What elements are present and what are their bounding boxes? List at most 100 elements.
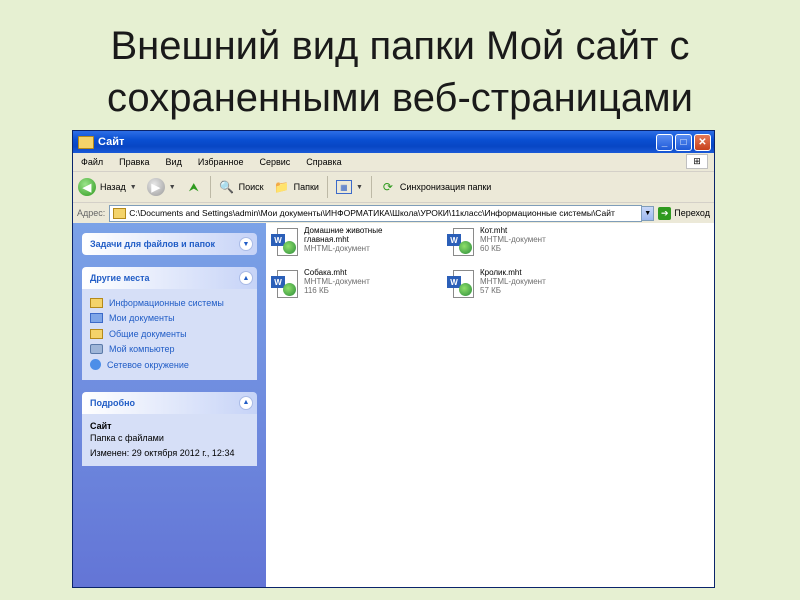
menu-tools[interactable]: Сервис bbox=[251, 157, 298, 167]
folders-label: Папки bbox=[293, 182, 319, 192]
menu-help[interactable]: Справка bbox=[298, 157, 349, 167]
place-label: Сетевое окружение bbox=[107, 359, 189, 370]
window-title: Сайт bbox=[98, 136, 125, 148]
computer-icon bbox=[90, 344, 103, 355]
title-bar[interactable]: Сайт _ □ ✕ bbox=[73, 131, 714, 153]
address-bar: Адрес: C:\Documents and Settings\admin\М… bbox=[73, 203, 714, 224]
back-label: Назад bbox=[100, 182, 126, 192]
place-label: Мой компьютер bbox=[109, 344, 175, 355]
other-places-box: Другие места ▲ Информационные системы Мо… bbox=[82, 267, 257, 380]
file-type: MHTML-документ bbox=[304, 277, 370, 286]
file-type: MHTML-документ bbox=[480, 235, 546, 244]
details-box: Подробно ▲ Сайт Папка с файлами Изменен:… bbox=[82, 391, 257, 466]
place-my-computer[interactable]: Мой компьютер bbox=[90, 342, 249, 358]
file-name: Собака.mht bbox=[304, 268, 347, 277]
place-my-documents[interactable]: Мои документы bbox=[90, 311, 249, 327]
file-item[interactable]: W Кролик.mht MHTML-документ 57 КБ bbox=[447, 268, 546, 300]
toolbar-separator bbox=[326, 176, 328, 198]
file-item[interactable]: W Собака.mht MHTML-документ 116 КБ bbox=[271, 268, 370, 300]
minimize-button[interactable]: _ bbox=[656, 133, 673, 151]
details-name: Сайт bbox=[90, 420, 112, 431]
file-item[interactable]: W Домашние животные главная.mht MHTML-до… bbox=[271, 226, 382, 258]
slide-title-line1: Внешний вид папки Мой сайт с bbox=[110, 24, 690, 68]
tasks-box: Задачи для файлов и папок ▼ bbox=[82, 233, 257, 255]
other-places-header-label: Другие места bbox=[90, 273, 150, 283]
forward-arrow-icon: ▶ bbox=[146, 178, 165, 196]
menu-view[interactable]: Вид bbox=[158, 157, 190, 167]
search-icon: 🔍 bbox=[219, 180, 235, 194]
file-name: Кролик.mht bbox=[480, 268, 522, 277]
chevron-down-icon: ▼ bbox=[355, 183, 363, 191]
details-header[interactable]: Подробно ▲ bbox=[82, 391, 257, 414]
close-button[interactable]: ✕ bbox=[694, 133, 711, 151]
file-name-cont: главная.mht bbox=[304, 235, 349, 244]
toolbar-separator bbox=[370, 176, 372, 198]
sync-icon: ⟳ bbox=[382, 180, 393, 194]
address-dropdown-button[interactable]: ▼ bbox=[641, 205, 655, 221]
expand-chevron-icon[interactable]: ▼ bbox=[239, 237, 253, 251]
file-name: Кот.mht bbox=[480, 226, 508, 235]
up-button[interactable]: ⮝ bbox=[181, 175, 207, 199]
sync-label: Синхронизация папки bbox=[399, 182, 492, 192]
collapse-chevron-icon[interactable]: ▲ bbox=[239, 395, 253, 410]
views-icon: ▦ bbox=[335, 180, 352, 194]
file-size: 57 КБ bbox=[480, 286, 502, 295]
mhtml-file-icon: W bbox=[271, 268, 299, 300]
place-info-systems[interactable]: Информационные системы bbox=[90, 295, 249, 311]
tasks-header[interactable]: Задачи для файлов и папок ▼ bbox=[82, 233, 257, 255]
mhtml-file-icon: W bbox=[271, 226, 299, 258]
content-area: Задачи для файлов и папок ▼ Другие места… bbox=[73, 223, 714, 587]
address-path: C:\Documents and Settings\admin\Мои доку… bbox=[129, 208, 615, 218]
toolbar-separator bbox=[209, 176, 211, 198]
my-documents-icon bbox=[90, 313, 103, 324]
forward-button[interactable]: ▶ ▼ bbox=[142, 175, 181, 199]
file-size: 60 КБ bbox=[480, 244, 502, 253]
slide-title-line2: сохраненными веб-страницами bbox=[106, 76, 694, 120]
file-size: 116 КБ bbox=[304, 286, 329, 295]
toolbar: ◀ Назад ▼ ▶ ▼ ⮝ 🔍 Поиск 📁 Папки ▦ ▼ ⟳ Си… bbox=[73, 172, 714, 203]
maximize-button[interactable]: □ bbox=[675, 133, 692, 151]
go-label: Переход bbox=[674, 208, 710, 218]
go-arrow-icon: ➔ bbox=[658, 206, 672, 220]
back-arrow-icon: ◀ bbox=[78, 178, 96, 196]
folder-icon bbox=[78, 135, 94, 149]
back-button[interactable]: ◀ Назад ▼ bbox=[73, 175, 142, 199]
search-button[interactable]: 🔍 Поиск bbox=[214, 175, 269, 199]
other-places-header[interactable]: Другие места ▲ bbox=[82, 267, 257, 289]
mhtml-file-icon: W bbox=[447, 226, 475, 258]
details-body: Сайт Папка с файлами Изменен: 29 октября… bbox=[82, 413, 257, 466]
go-button[interactable]: ➔ Переход bbox=[654, 206, 714, 220]
menu-bar: Файл Правка Вид Избранное Сервис Справка… bbox=[73, 153, 714, 172]
place-network[interactable]: Сетевое окружение bbox=[90, 357, 249, 373]
folders-button[interactable]: 📁 Папки bbox=[269, 175, 324, 199]
collapse-chevron-icon[interactable]: ▲ bbox=[239, 271, 253, 285]
network-icon bbox=[90, 359, 101, 371]
place-label: Общие документы bbox=[109, 328, 187, 339]
mhtml-file-icon: W bbox=[447, 268, 475, 300]
place-shared-documents[interactable]: Общие документы bbox=[90, 326, 249, 342]
tasks-header-label: Задачи для файлов и папок bbox=[90, 239, 216, 249]
menu-edit[interactable]: Правка bbox=[111, 157, 157, 167]
slide-title: Внешний вид папки Мой сайт с сохраненным… bbox=[0, 20, 800, 124]
file-name: Домашние животные bbox=[304, 226, 383, 235]
folder-icon bbox=[90, 297, 103, 308]
address-input[interactable]: C:\Documents and Settings\admin\Мои доку… bbox=[109, 204, 643, 222]
address-label: Адрес: bbox=[77, 208, 106, 218]
file-type: MHTML-документ bbox=[480, 277, 546, 286]
details-type: Папка с файлами bbox=[90, 432, 164, 443]
chevron-down-icon: ▼ bbox=[129, 183, 137, 191]
explorer-window: Сайт _ □ ✕ Файл Правка Вид Избранное Сер… bbox=[72, 130, 715, 588]
menu-favorites[interactable]: Избранное bbox=[190, 157, 252, 167]
windows-logo-icon: ⊞ bbox=[686, 154, 708, 169]
chevron-down-icon: ▼ bbox=[168, 183, 176, 191]
menu-file[interactable]: Файл bbox=[73, 157, 111, 167]
folder-icon bbox=[113, 207, 127, 219]
file-item[interactable]: W Кот.mht MHTML-документ 60 КБ bbox=[447, 226, 546, 258]
folders-icon: 📁 bbox=[274, 180, 290, 194]
views-button[interactable]: ▦ ▼ bbox=[331, 175, 368, 199]
task-pane: Задачи для файлов и папок ▼ Другие места… bbox=[73, 223, 266, 587]
details-header-label: Подробно bbox=[90, 397, 136, 408]
place-label: Информационные системы bbox=[109, 297, 224, 308]
sync-folder-button[interactable]: ⟳ Синхронизация папки bbox=[375, 175, 496, 199]
place-label: Мои документы bbox=[109, 313, 175, 324]
